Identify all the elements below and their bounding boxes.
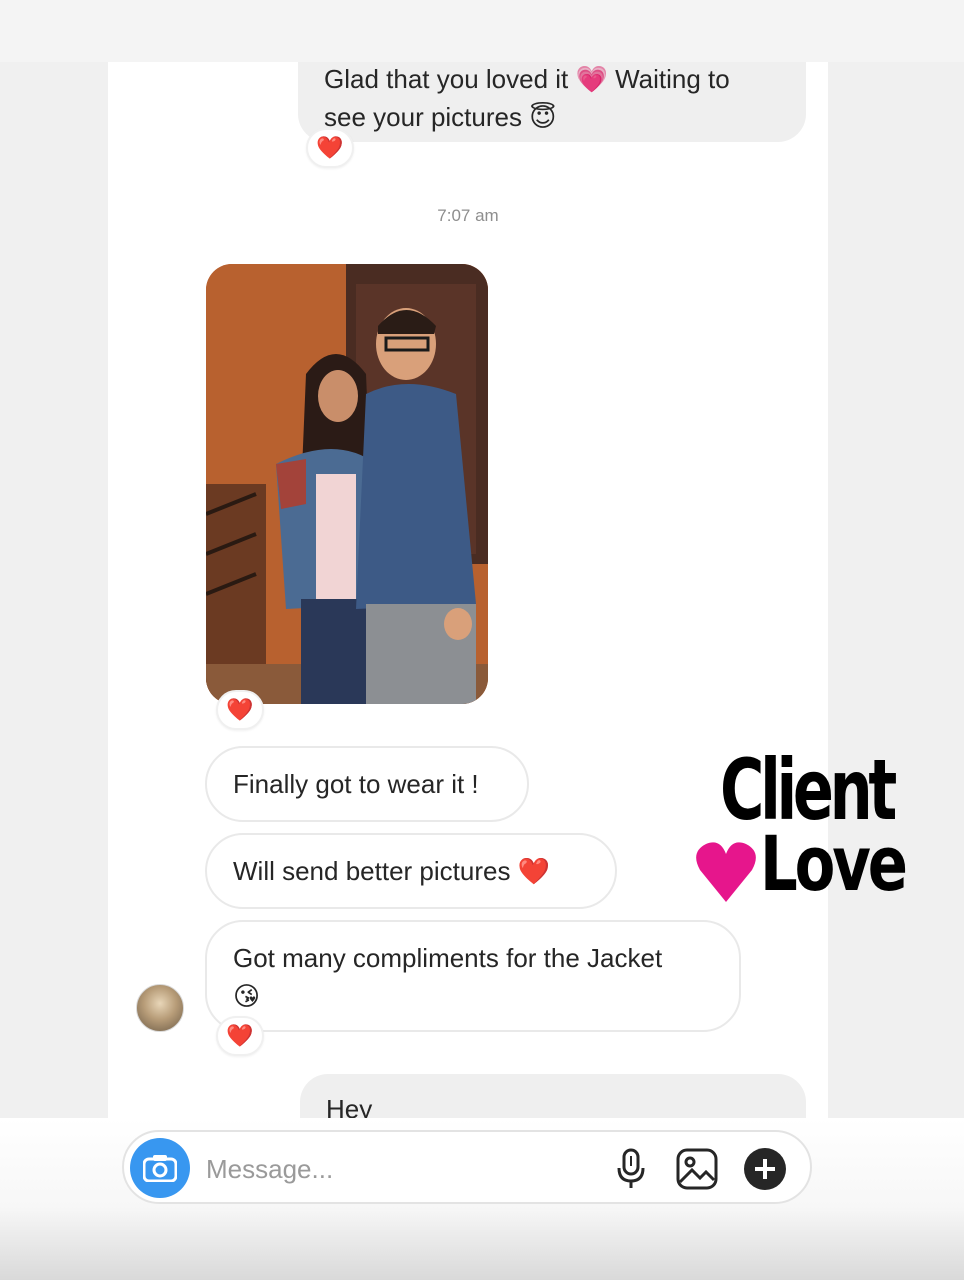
heart-reaction-icon[interactable]: ❤️ — [216, 1016, 264, 1056]
more-options-button[interactable] — [742, 1146, 788, 1192]
shared-photo[interactable] — [206, 264, 488, 704]
received-message-text: Finally got to wear it ! — [233, 769, 479, 799]
client-love-sticker: Client Love — [696, 744, 908, 910]
sent-message-line-2: see your pictures 😇 — [324, 102, 557, 132]
received-message-bubble[interactable]: Got many compliments for the Jacket 😘 — [205, 920, 741, 1032]
received-message-text: Will send better pictures ❤️ — [233, 856, 551, 886]
background-right — [828, 0, 964, 1280]
sent-message-bubble[interactable]: Glad that you loved it 💗 Waiting to see … — [298, 62, 806, 142]
heart-reaction-icon[interactable]: ❤️ — [306, 128, 354, 168]
received-message-bubble[interactable]: Finally got to wear it ! — [205, 746, 529, 822]
image-gallery-icon — [676, 1148, 718, 1190]
chat-thread[interactable]: Glad that you loved it 💗 Waiting to see … — [108, 62, 828, 1162]
gallery-button[interactable] — [674, 1146, 720, 1192]
microphone-icon — [617, 1148, 645, 1188]
top-strip — [0, 0, 964, 62]
camera-button[interactable] — [130, 1138, 190, 1198]
received-message-bubble[interactable]: Will send better pictures ❤️ — [205, 833, 617, 909]
background-left — [0, 0, 108, 1280]
plus-icon — [744, 1148, 786, 1190]
sticker-love-text: Love — [760, 819, 908, 908]
message-composer[interactable] — [122, 1130, 812, 1204]
sender-avatar[interactable] — [136, 984, 184, 1032]
photo-heart-reaction-icon[interactable]: ❤️ — [216, 690, 264, 730]
microphone-button[interactable] — [608, 1146, 654, 1192]
message-input[interactable] — [206, 1152, 586, 1186]
photo-image — [206, 264, 488, 704]
received-message-line-2: 😘 — [233, 981, 261, 1011]
message-timestamp: 7:07 am — [437, 206, 499, 225]
sent-message-line-1: Glad that you loved it 💗 Waiting to — [324, 64, 730, 94]
camera-icon — [143, 1155, 177, 1182]
sticker-heart-icon — [696, 842, 756, 902]
received-message-line-1: Got many compliments for the Jacket — [233, 943, 663, 973]
